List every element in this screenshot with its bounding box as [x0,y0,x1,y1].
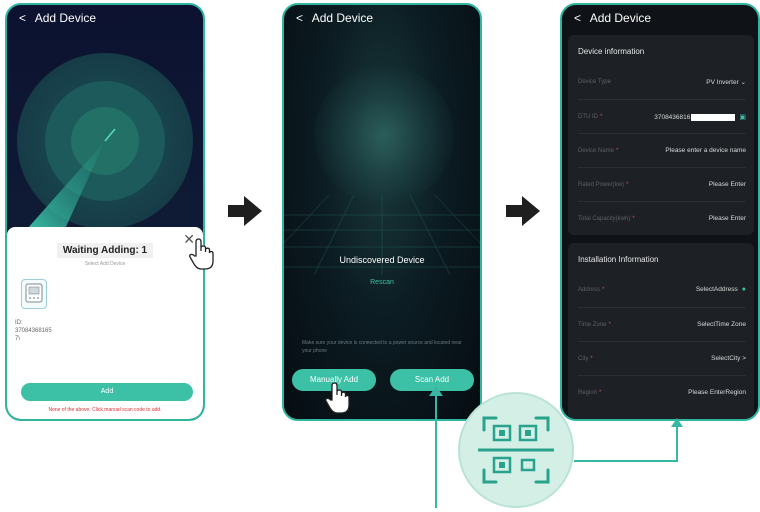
header: < Add Device [574,11,651,25]
back-icon[interactable]: < [296,11,303,25]
phone-screen-undiscovered: < Add Device Undiscovered Device Rescan … [282,3,482,421]
arrow-up-icon [429,386,443,396]
tip-text: Make sure your device is connected to a … [302,340,462,354]
row-label: City * [578,356,593,362]
phone-screen-scanning: < Add Device ✕ Waiting Adding: 1 Select … [5,3,205,421]
row-total-capacity[interactable]: Total Capacity(kwh) * Please Enter [578,201,746,235]
select-hint: Select Add Device [84,261,126,267]
device-id: ID: 37084368165 7\ [15,319,75,343]
card-title: Device information [578,47,645,56]
waiting-title: Waiting Adding: 1 [7,243,203,258]
page-title: Add Device [589,11,652,25]
row-address[interactable]: Address * SelectAddress ● [578,273,746,307]
waiting-label: Waiting Adding: 1 [56,243,154,258]
device-id-tail: 7\ [15,336,21,342]
page-title: Add Device [311,11,374,25]
connector-line [574,460,678,462]
connector-line [435,392,437,508]
dtu-id-value: 3708436816 [654,114,691,121]
device-id-value: 37084368165 [15,328,52,334]
bottom-sheet: ✕ Waiting Adding: 1 Select Add Device ID… [7,227,203,419]
row-label: Time Zone * [578,322,611,328]
row-value: Please Enter [708,215,746,222]
row-label: Device Name * [578,148,619,154]
row-city[interactable]: City * SelectCity > [578,341,746,375]
qr-scan-badge [458,392,574,508]
row-value: SelectTime Zone [697,321,746,328]
radar-rings [314,65,454,205]
qr-scan-icon [478,416,554,484]
row-value: Please enter a device name [665,147,746,154]
right-arrow-icon [228,196,262,226]
arrow-up-icon [671,418,683,427]
manual-note: None of the above, Click manual scan cod… [48,407,162,413]
device-card[interactable] [21,279,47,309]
header: < Add Device [296,11,373,25]
undiscovered-text: Undiscovered Device [339,255,425,265]
row-value: PV Inverter ⌄ [706,79,746,86]
device-information-card: Device information Device Type PV Invert… [568,35,754,235]
row-value: Please Enter [708,181,746,188]
row-dtu-id[interactable]: DTU ID * 3708436816 ▣ [578,99,746,133]
device-id-label: ID: [15,320,23,326]
right-arrow-icon [506,196,540,226]
radar-sweep [27,128,116,229]
row-value: 3708436816 ▣ [654,113,746,121]
row-device-name[interactable]: Device Name * Please enter a device name [578,133,746,167]
row-label: Region * [578,390,602,396]
row-label: Total Capacity(kwh) * [578,216,635,222]
phone-screen-manual-form: < Add Device Device information Device T… [560,3,760,421]
redaction-block [691,113,736,121]
row-value: SelectCity > [711,355,746,362]
row-rated-power[interactable]: Rated Power(kw) * Please Enter [578,167,746,201]
row-value: Please EnterRegion [688,389,746,396]
add-button[interactable]: Add [21,383,193,401]
row-time-zone[interactable]: Time Zone * SelectTime Zone [578,307,746,341]
connector-line [676,424,678,462]
back-icon[interactable]: < [574,11,581,25]
row-value: SelectAddress ● [695,286,746,293]
card-title: Installation Information [578,255,659,264]
inverter-icon [25,283,43,303]
row-label: Rated Power(kw) * [578,182,629,188]
rescan-link[interactable]: Rescan [284,279,480,286]
row-label: DTU ID * [578,114,603,120]
row-region[interactable]: Region * Please EnterRegion [578,375,746,409]
row-label: Device Type [578,79,611,85]
row-device-type[interactable]: Device Type PV Inverter ⌄ [578,65,746,99]
tap-hand-icon [325,382,350,414]
location-pin-icon[interactable]: ● [742,286,746,293]
row-label: Address * [578,287,605,293]
installation-information-card: Installation Information Address * Select… [568,243,754,419]
scan-small-icon[interactable]: ▣ [739,113,746,121]
tap-hand-icon [189,238,214,270]
